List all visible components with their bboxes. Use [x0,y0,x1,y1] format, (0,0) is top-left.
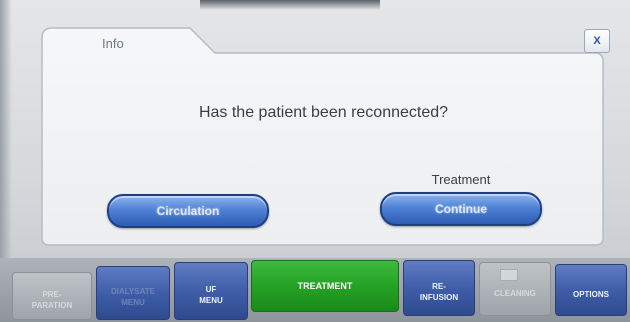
menu-cleaning-button[interactable]: CLEANING [479,262,551,316]
continue-treatment-button[interactable]: Continue [380,192,542,226]
menu-cleaning-label: CLEANING [494,288,536,298]
menu-reinfusion-label: RE- INFUSION [419,282,459,302]
close-button[interactable]: X [584,29,610,53]
menu-options-label: OPTIONS [572,289,609,299]
continue-button-caption: Treatment [431,172,491,187]
bottom-menu-bar: PRE- PARATION DIALYSATE MENU UF MENU TRE… [0,258,630,322]
dialog-question: Has the patient been reconnected? [198,104,449,121]
menu-treatment-label: TREATMENT [297,280,353,291]
menu-preparation-button[interactable]: PRE- PARATION [12,272,92,320]
menu-uf-button[interactable]: UF MENU [174,262,248,320]
dialog-tab-title: Info [102,36,124,51]
menu-treatment-button[interactable]: TREATMENT [251,260,399,312]
top-bezel-shadow [200,0,380,10]
menu-uf-label: UF MENU [199,285,223,305]
circulation-button[interactable]: Circulation [107,194,269,228]
menu-reinfusion-button[interactable]: RE- INFUSION [403,260,475,316]
menu-preparation-label: PRE- PARATION [31,290,73,310]
info-dialog: Info X Has the patient been reconnected?… [40,26,610,248]
cleaning-indicator-icon [500,269,518,281]
screen: Info X Has the patient been reconnected?… [0,0,630,322]
menu-dialysate-button[interactable]: DIALYSATE MENU [96,266,170,320]
menu-options-button[interactable]: OPTIONS [555,264,627,316]
menu-dialysate-label: DIALYSATE MENU [110,287,155,307]
